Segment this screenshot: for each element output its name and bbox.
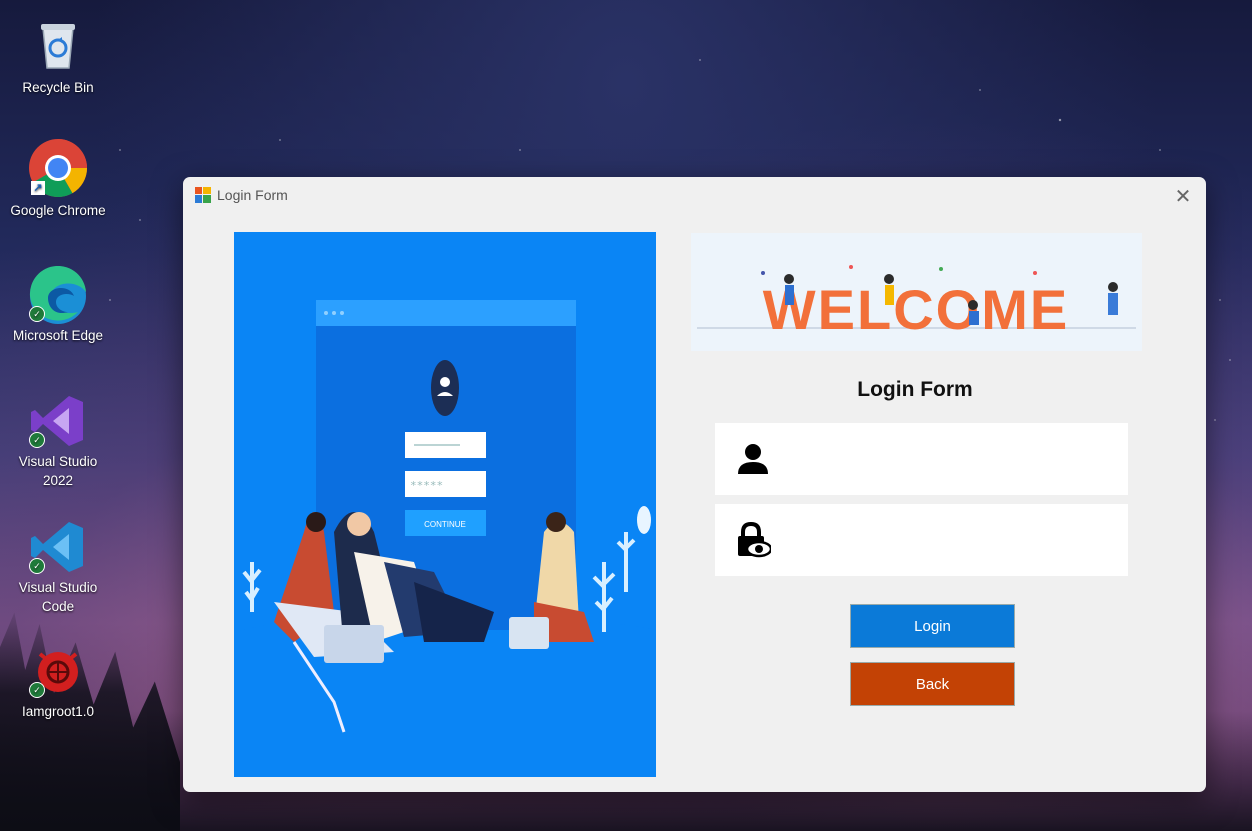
shortcut-arrow-icon: ↗ (31, 181, 45, 195)
sync-check-icon: ✓ (29, 682, 45, 698)
desktop-icon-edge[interactable]: ✓ Microsoft Edge (4, 265, 112, 345)
username-field-container (715, 423, 1128, 495)
form-heading: Login Form (857, 378, 973, 401)
svg-text:*****: ***** (410, 479, 443, 492)
sync-check-icon: ✓ (29, 558, 45, 574)
desktop-icon-chrome[interactable]: ↗ Google Chrome (4, 139, 112, 220)
iamgroot-app-icon: ✓ (29, 642, 85, 698)
login-button[interactable]: Login (850, 604, 1015, 648)
password-input[interactable] (787, 522, 1111, 560)
login-illustration: ***** CONTINUE (234, 232, 656, 777)
user-icon (738, 444, 768, 474)
app-form-icon (195, 187, 211, 203)
close-icon: ✕ (1174, 184, 1192, 208)
sync-check-icon: ✓ (29, 432, 45, 448)
sync-check-icon: ✓ (29, 306, 45, 322)
desktop-icon-label: Visual Studio Code (18, 580, 98, 614)
login-form-window: Login Form ✕ ***** CONTINUE WELCOME Logi… (183, 177, 1206, 792)
visual-studio-icon: ✓ (29, 392, 85, 448)
lock-eye-icon (738, 522, 771, 558)
back-button[interactable]: Back (850, 662, 1015, 706)
recycle-bin-icon (31, 18, 85, 72)
desktop-icon-visual-studio[interactable]: ✓ Visual Studio 2022 (4, 392, 112, 490)
window-titlebar[interactable]: Login Form ✕ (183, 177, 1206, 215)
edge-icon: ✓ (29, 265, 86, 324)
illustration-avatar-icon (431, 360, 459, 416)
welcome-banner: WELCOME (691, 233, 1142, 351)
desktop-icon-label: Visual Studio 2022 (18, 454, 98, 488)
desktop-icon-label: Iamgroot1.0 (21, 704, 95, 719)
username-input[interactable] (787, 441, 1111, 479)
chrome-icon: ↗ (29, 139, 87, 197)
desktop-icon-label: Recycle Bin (22, 80, 94, 95)
close-button[interactable]: ✕ (1160, 177, 1206, 215)
desktop-icon-vscode[interactable]: ✓ Visual Studio Code (4, 518, 112, 616)
desktop-icon-recycle-bin[interactable]: Recycle Bin (4, 18, 112, 97)
password-field-container (715, 504, 1128, 576)
window-title: Login Form (217, 187, 288, 203)
svg-text:CONTINUE: CONTINUE (424, 520, 466, 529)
vscode-icon: ✓ (29, 518, 85, 574)
desktop-icon-label: Google Chrome (10, 203, 106, 218)
desktop-icon-label: Microsoft Edge (12, 328, 104, 343)
svg-text:WELCOME: WELCOME (763, 278, 1069, 341)
desktop-icon-iamgroot[interactable]: ✓ Iamgroot1.0 (4, 642, 112, 721)
